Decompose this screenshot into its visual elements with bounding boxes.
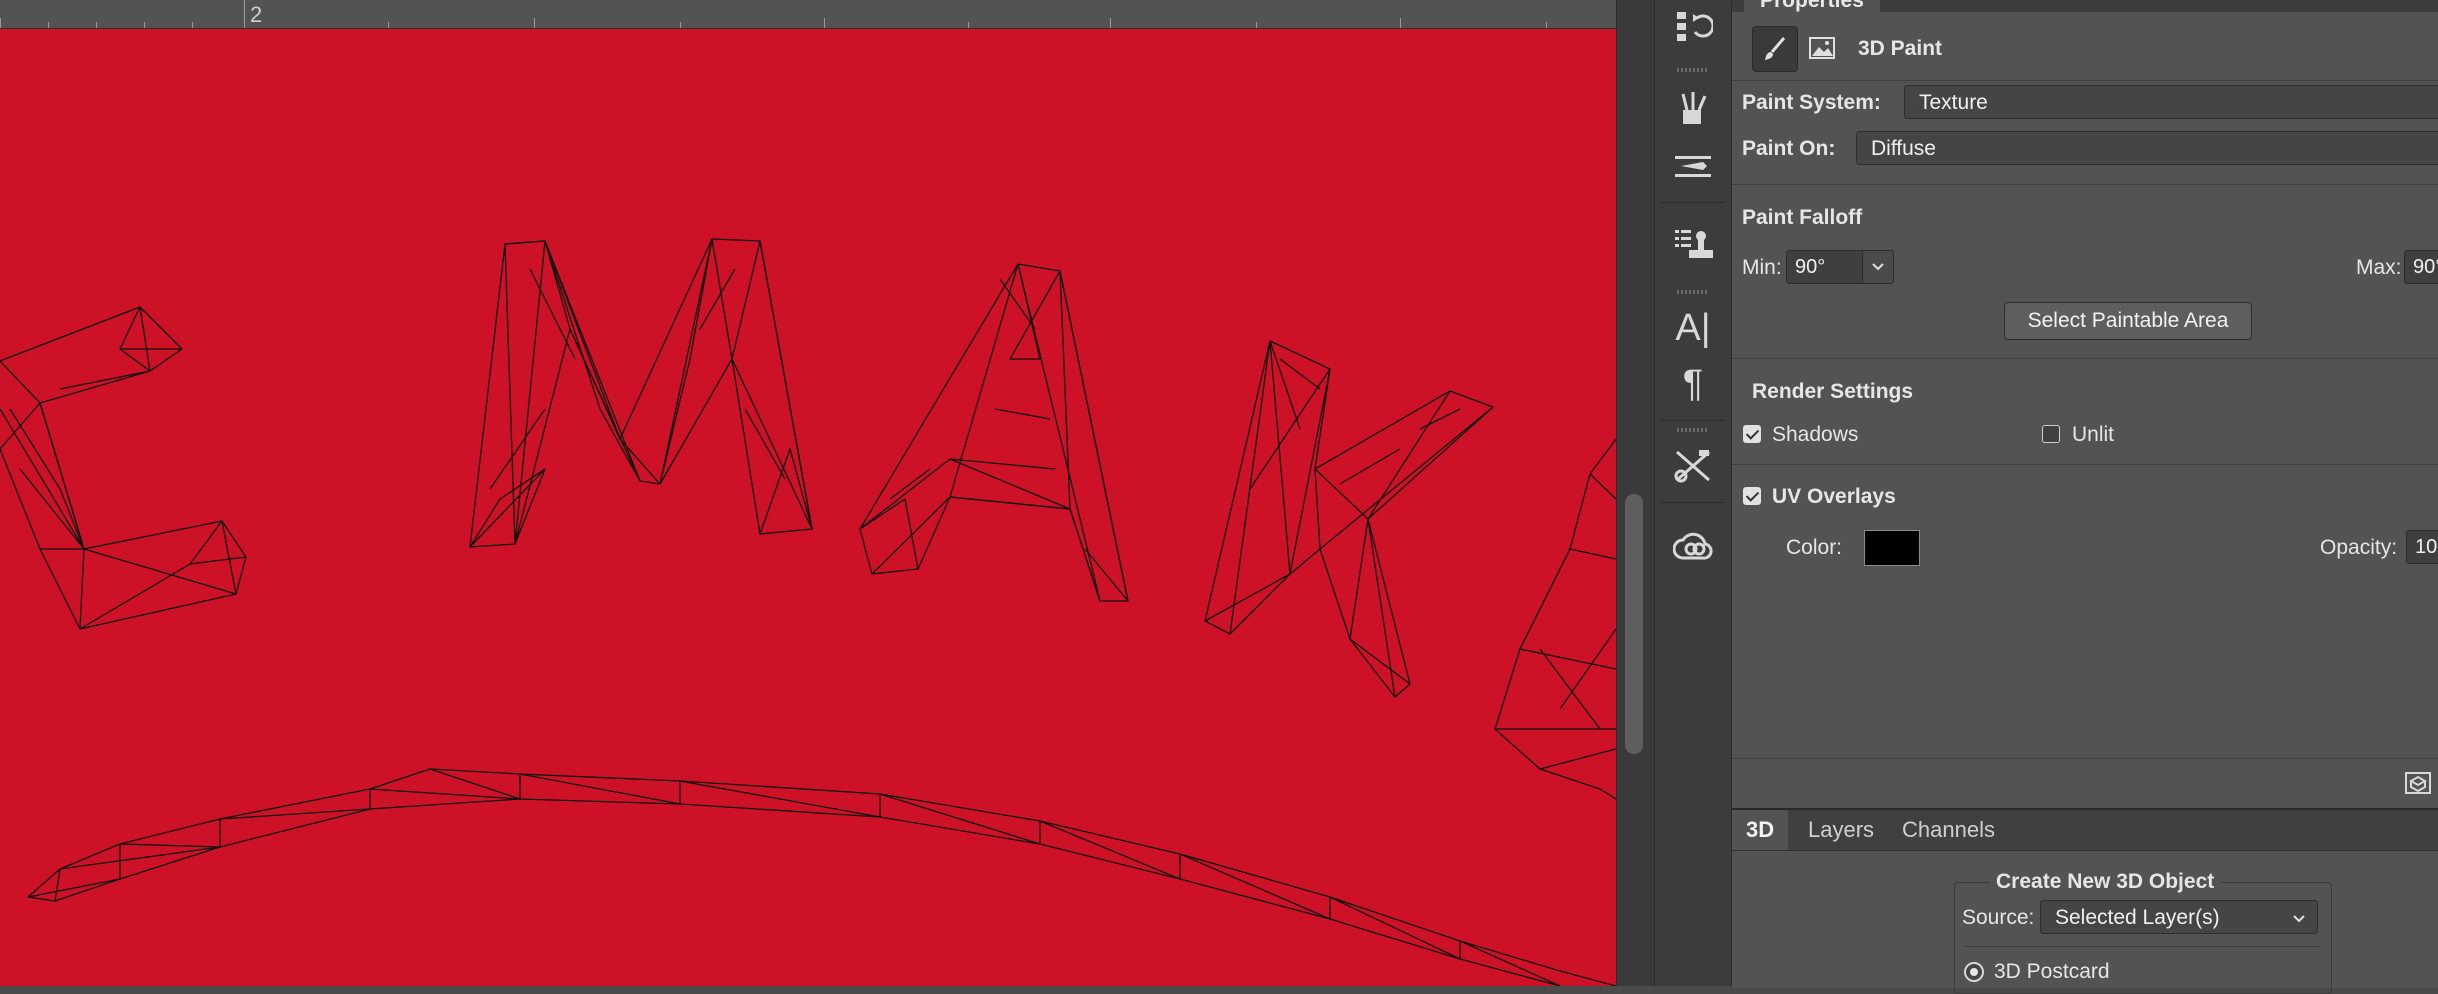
create-3d-object-heading: Create New 3D Object — [1990, 870, 2221, 894]
chevron-down-icon — [1872, 263, 1884, 271]
opacity-input[interactable]: 100% — [2406, 530, 2438, 564]
render-settings-heading: Render Settings — [1752, 380, 1914, 403]
min-falloff-input[interactable]: 90° — [1786, 250, 1868, 284]
brush-presets-icon[interactable] — [1667, 82, 1719, 134]
select-paintable-area-button[interactable]: Select Paintable Area — [2004, 302, 2252, 340]
horizontal-ruler: 2 — [0, 0, 1616, 29]
paint-on-label: Paint On: — [1742, 137, 1836, 160]
chevron-down-icon — [2293, 915, 2305, 923]
properties-panel: Properties 3D Paint Paint System: Textur… — [1732, 0, 2438, 808]
brush-settings-icon[interactable] — [1667, 140, 1719, 192]
unlit-label: Unlit — [2072, 423, 2115, 446]
shadows-checkbox[interactable] — [1743, 425, 1761, 443]
paint-falloff-heading: Paint Falloff — [1742, 206, 1863, 229]
opacity-label: Opacity: — [2320, 536, 2398, 559]
uv-overlays-label: UV Overlays — [1772, 485, 1896, 508]
unlit-checkbox[interactable] — [2042, 425, 2060, 443]
uv-overlay-color-swatch[interactable] — [1864, 530, 1920, 566]
panel-options-icon[interactable] — [2404, 770, 2432, 796]
tab-channels[interactable]: Channels — [1888, 810, 2009, 850]
mode-title: 3D Paint — [1858, 37, 1943, 60]
min-falloff-dropdown[interactable] — [1862, 250, 1894, 284]
ruler-number: 2 — [250, 2, 263, 27]
uv-overlays-checkbox[interactable] — [1743, 487, 1761, 505]
clone-source-icon[interactable] — [1667, 218, 1719, 270]
panel-icon-strip: A| ¶ — [1654, 0, 1732, 986]
shadows-label: Shadows — [1772, 423, 1859, 446]
document-canvas[interactable] — [0, 29, 1616, 986]
tab-3d[interactable]: 3D — [1732, 810, 1789, 850]
paragraph-icon[interactable]: ¶ — [1667, 358, 1719, 410]
paint-system-dropdown[interactable]: Texture — [1904, 85, 2438, 119]
3d-postcard-label: 3D Postcard — [1994, 960, 2110, 983]
history-icon[interactable] — [1667, 2, 1719, 54]
3d-layers-channels-panel: 3D Layers Channels Create New 3D Object … — [1732, 808, 2438, 994]
max-label: Max: — [2356, 256, 2402, 279]
properties-tab-bar: Properties — [1732, 0, 2438, 12]
min-label: Min: — [1742, 256, 1782, 279]
tab-layers[interactable]: Layers — [1794, 810, 1888, 850]
color-label: Color: — [1786, 536, 1843, 559]
tool-presets-icon[interactable] — [1667, 440, 1719, 492]
canvas-vertical-scrollbar[interactable] — [1616, 0, 1655, 986]
source-dropdown[interactable]: Selected Layer(s) — [2040, 900, 2318, 934]
paint-system-label: Paint System: — [1742, 91, 1881, 114]
paint-brush-icon[interactable] — [1752, 26, 1798, 72]
panel-tab-bar: 3D Layers Channels — [1732, 810, 2438, 851]
paint-on-dropdown[interactable]: Diffuse — [1856, 131, 2438, 165]
source-label: Source: — [1962, 906, 2035, 929]
character-icon[interactable]: A| — [1667, 302, 1719, 354]
creative-cloud-libraries-icon[interactable] — [1667, 522, 1719, 574]
properties-tab[interactable]: Properties — [1744, 0, 1880, 12]
texture-image-icon[interactable] — [1800, 26, 1844, 70]
3d-postcard-radio[interactable] — [1964, 962, 1984, 982]
max-falloff-input[interactable]: 90° — [2404, 250, 2438, 284]
scrollbar-thumb[interactable] — [1625, 494, 1643, 754]
